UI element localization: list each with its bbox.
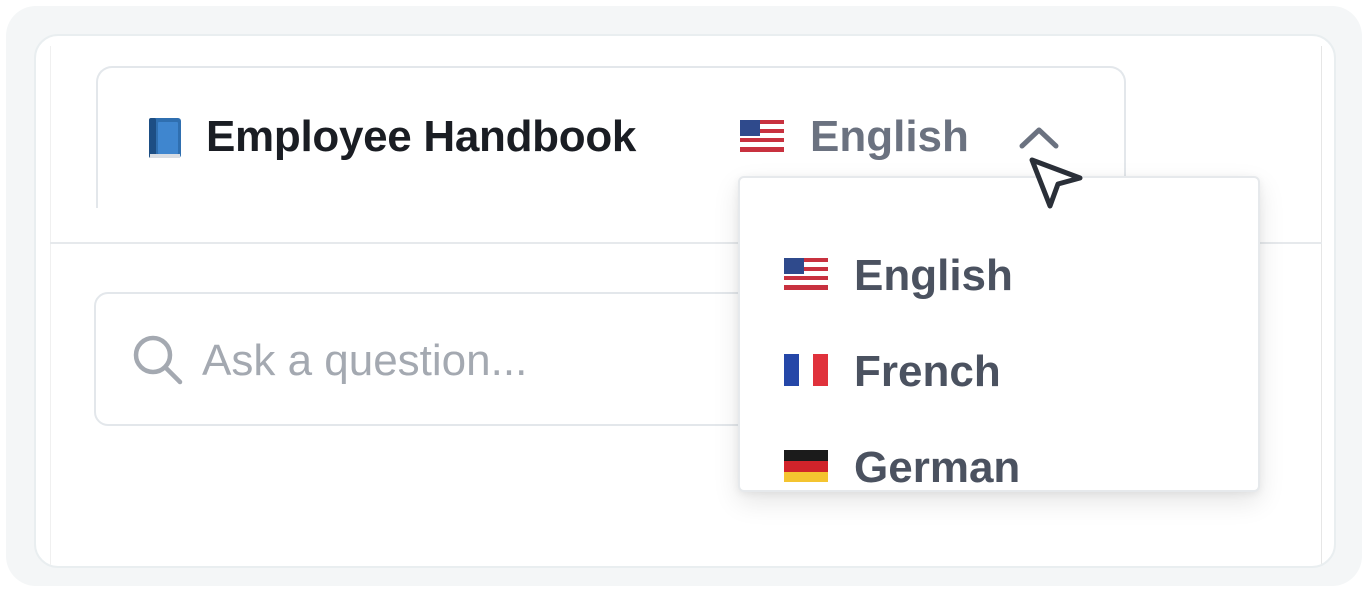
dropdown-option-label: German xyxy=(854,443,1021,492)
search-placeholder[interactable]: Ask a question... xyxy=(202,334,527,388)
search-icon xyxy=(133,335,183,385)
dropdown-option-english[interactable]: English xyxy=(740,228,1258,324)
us-flag-icon[interactable] xyxy=(740,120,784,152)
dropdown-option-french[interactable]: French xyxy=(740,324,1258,420)
dropdown-option-label: French xyxy=(854,347,1001,396)
chevron-up-icon[interactable] xyxy=(1016,122,1062,152)
language-dropdown: English French German xyxy=(738,176,1260,492)
dropdown-option-german[interactable]: German xyxy=(740,420,1258,516)
mouse-pointer-icon xyxy=(1029,157,1083,209)
page-title: Employee Handbook xyxy=(206,112,637,161)
dropdown-option-label: English xyxy=(854,251,1013,300)
blue-book-icon xyxy=(149,118,181,158)
language-selector-value[interactable]: English xyxy=(810,112,969,162)
france-flag-icon xyxy=(784,354,828,386)
germany-flag-icon xyxy=(784,450,828,482)
us-flag-icon xyxy=(784,258,828,290)
